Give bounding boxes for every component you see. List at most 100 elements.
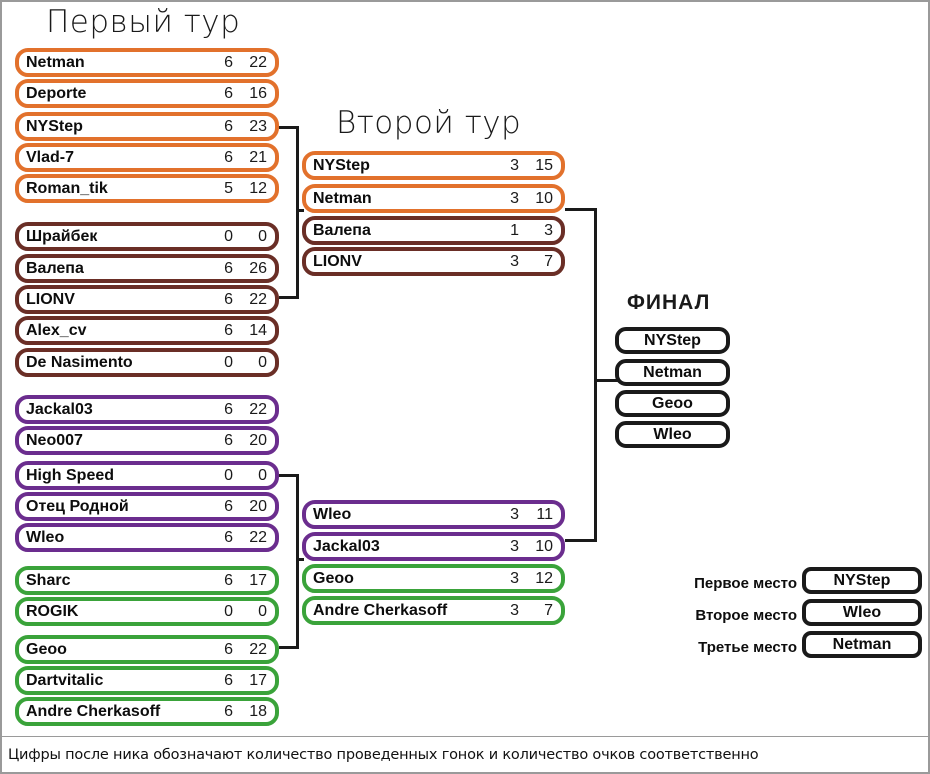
connector-line [594, 208, 597, 542]
player-points: 7 [544, 601, 553, 619]
final-row[interactable]: Netman [615, 359, 730, 386]
final-row[interactable]: Geoo [615, 390, 730, 417]
round1-row[interactable]: Andre Cherkasoff 6 18 [15, 697, 279, 726]
player-races: 6 [224, 117, 233, 135]
player-nick: NYStep [833, 571, 891, 589]
player-nick: Dartvitalic [26, 671, 104, 689]
final-row[interactable]: NYStep [615, 327, 730, 354]
player-nick: LIONV [26, 290, 75, 308]
player-nick: Jackal03 [26, 400, 93, 418]
connector-line [565, 208, 597, 211]
connector-line [296, 558, 304, 561]
player-points: 14 [249, 321, 267, 339]
player-races: 3 [510, 569, 519, 587]
final-title: ФИНАЛ [627, 291, 711, 314]
round1-row[interactable]: Отец Родной 6 20 [15, 492, 279, 521]
round1-row[interactable]: Шрайбек 0 0 [15, 222, 279, 251]
player-nick: High Speed [26, 466, 115, 484]
player-nick: Vlad-7 [26, 148, 75, 166]
round1-row[interactable]: Netman 6 22 [15, 48, 279, 77]
player-nick: LIONV [313, 252, 362, 270]
player-points: 15 [535, 156, 553, 174]
round2-row[interactable]: LIONV 3 7 [302, 247, 565, 276]
player-nick: Отец Родной [26, 497, 129, 515]
player-races: 6 [224, 640, 233, 658]
connector-line [296, 209, 304, 212]
round1-row[interactable]: Neo007 6 20 [15, 426, 279, 455]
player-nick: ROGIK [26, 602, 79, 620]
player-points: 3 [544, 221, 553, 239]
player-points: 0 [258, 602, 267, 620]
player-nick: NYStep [26, 117, 83, 135]
player-points: 20 [249, 431, 267, 449]
round1-row[interactable]: Sharc 6 17 [15, 566, 279, 595]
round2-title: Второй тур [336, 105, 522, 141]
second-place-label: Второе место [695, 607, 797, 624]
player-nick: Sharc [26, 571, 71, 589]
player-nick: NYStep [644, 331, 701, 349]
player-races: 3 [510, 156, 519, 174]
connector-line [279, 646, 299, 649]
player-nick: NYStep [313, 156, 370, 174]
round1-row[interactable]: Wleo 6 22 [15, 523, 279, 552]
connector-line [296, 474, 299, 649]
round2-row[interactable]: Netman 3 10 [302, 184, 565, 213]
player-nick: Neo007 [26, 431, 83, 449]
second-place-box[interactable]: Wleo [802, 599, 922, 626]
round1-row[interactable]: Geoo 6 22 [15, 635, 279, 664]
connector-line [594, 379, 618, 382]
final-row[interactable]: Wleo [615, 421, 730, 448]
player-nick: Валепа [26, 259, 84, 277]
round1-row[interactable]: Dartvitalic 6 17 [15, 666, 279, 695]
round2-row[interactable]: Jackal03 3 10 [302, 532, 565, 561]
footer-note: Цифры после ника обозначают количество п… [8, 746, 759, 763]
player-races: 1 [510, 221, 519, 239]
round1-title: Первый тур [46, 4, 241, 40]
round1-row[interactable]: Deporte 6 16 [15, 79, 279, 108]
connector-line [279, 296, 299, 299]
round1-row[interactable]: Alex_cv 6 14 [15, 316, 279, 345]
round1-row[interactable]: Vlad-7 6 21 [15, 143, 279, 172]
player-points: 22 [249, 290, 267, 308]
player-races: 6 [224, 671, 233, 689]
round2-row[interactable]: Валепа 1 3 [302, 216, 565, 245]
round2-row[interactable]: Geoo 3 12 [302, 564, 565, 593]
round2-row[interactable]: Andre Cherkasoff 3 7 [302, 596, 565, 625]
player-races: 6 [224, 259, 233, 277]
player-races: 0 [224, 227, 233, 245]
player-points: 22 [249, 400, 267, 418]
player-points: 21 [249, 148, 267, 166]
player-points: 12 [535, 569, 553, 587]
player-races: 6 [224, 53, 233, 71]
player-nick: Netman [313, 189, 372, 207]
round1-row[interactable]: NYStep 6 23 [15, 112, 279, 141]
player-nick: Wleo [26, 528, 65, 546]
player-points: 26 [249, 259, 267, 277]
player-nick: Wleo [653, 425, 692, 443]
player-points: 0 [258, 227, 267, 245]
player-points: 0 [258, 353, 267, 371]
first-place-box[interactable]: NYStep [802, 567, 922, 594]
round1-row[interactable]: Roman_tik 5 12 [15, 174, 279, 203]
round1-row[interactable]: Валепа 6 26 [15, 254, 279, 283]
round1-row[interactable]: De Nasimento 0 0 [15, 348, 279, 377]
round2-row[interactable]: Wleo 3 11 [302, 500, 565, 529]
player-nick: De Nasimento [26, 353, 133, 371]
round1-row[interactable]: ROGIK 0 0 [15, 597, 279, 626]
round1-row[interactable]: LIONV 6 22 [15, 285, 279, 314]
player-points: 7 [544, 252, 553, 270]
tournament-bracket-page: Первый тур Второй тур ФИНАЛ Netman 6 22 … [0, 0, 930, 774]
player-races: 0 [224, 602, 233, 620]
player-nick: Andre Cherkasoff [313, 601, 448, 619]
player-races: 6 [224, 400, 233, 418]
round1-row[interactable]: Jackal03 6 22 [15, 395, 279, 424]
player-races: 6 [224, 290, 233, 308]
connector-line [565, 539, 597, 542]
player-races: 5 [224, 179, 233, 197]
player-points: 17 [249, 571, 267, 589]
player-points: 18 [249, 702, 267, 720]
round1-row[interactable]: High Speed 0 0 [15, 461, 279, 490]
third-place-box[interactable]: Netman [802, 631, 922, 658]
round2-row[interactable]: NYStep 3 15 [302, 151, 565, 180]
player-points: 10 [535, 189, 553, 207]
